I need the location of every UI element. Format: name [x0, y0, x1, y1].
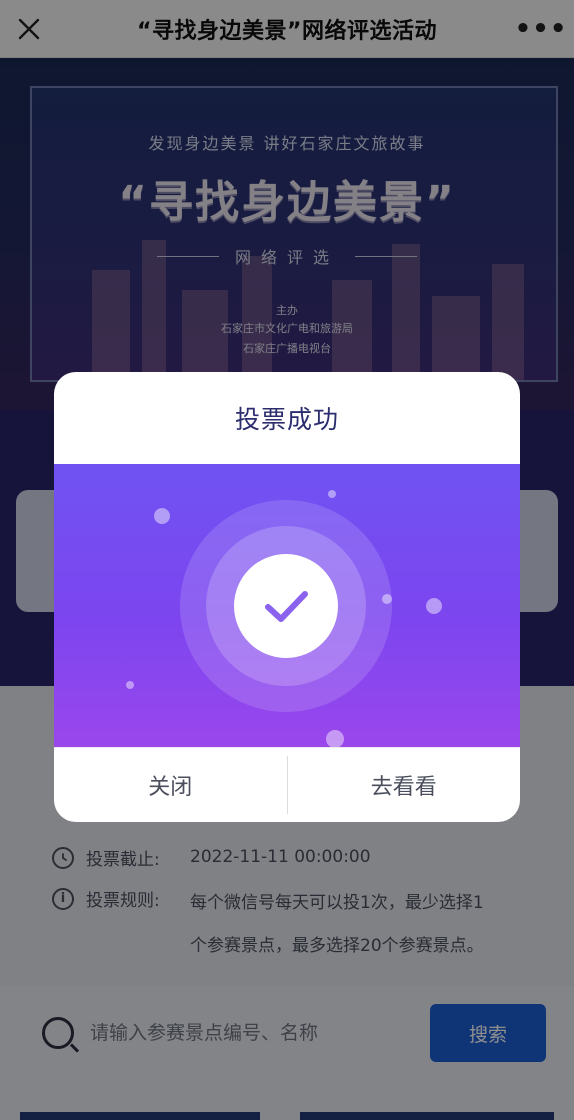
close-button[interactable]: 关闭: [54, 748, 287, 822]
decor-dot: [126, 681, 134, 689]
decor-dot: [328, 490, 336, 498]
dialog-actions: 关闭 去看看: [54, 747, 520, 822]
success-illustration: [54, 464, 520, 747]
dialog-title: 投票成功: [234, 405, 339, 434]
decor-dot: [326, 730, 344, 747]
vote-success-dialog: 投票成功 关闭 去看看: [54, 372, 520, 822]
check-icon: [234, 554, 338, 658]
view-button[interactable]: 去看看: [288, 748, 521, 822]
decor-dot: [426, 598, 442, 614]
decor-dot: [154, 508, 170, 524]
